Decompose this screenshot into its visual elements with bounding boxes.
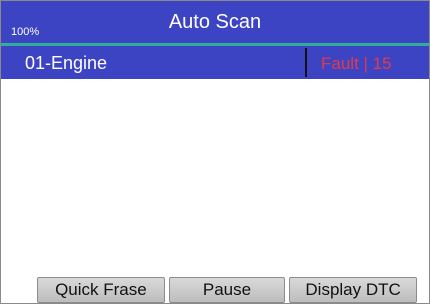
scan-screen: 100% Auto Scan 01-Engine Fault | 15 Quic… [0,0,430,304]
display-dtc-button[interactable]: Display DTC [289,277,417,303]
module-row-engine[interactable]: 01-Engine Fault | 15 [1,46,429,79]
column-divider [305,48,307,77]
quick-erase-button[interactable]: Quick Frase [37,277,165,303]
page-title: Auto Scan [168,11,262,33]
header-bar: 100% Auto Scan [1,1,429,43]
module-status: Fault | 15 [321,54,392,73]
module-name: 01-Engine [25,53,108,73]
button-bar: Quick Frase Pause Display DTC [1,277,429,303]
pause-button[interactable]: Pause [168,277,286,303]
module-list [1,79,429,273]
